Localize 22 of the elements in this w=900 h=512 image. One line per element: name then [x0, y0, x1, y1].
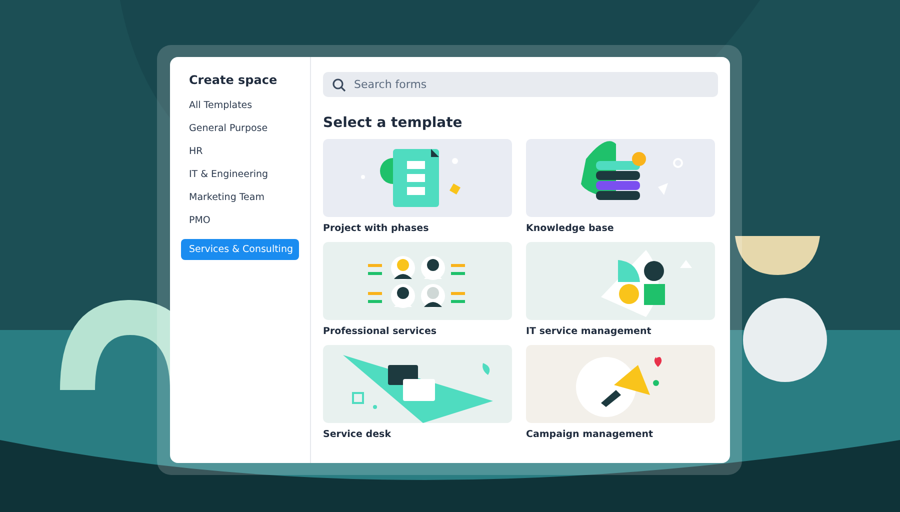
template-name: Service desk	[323, 429, 392, 440]
search-field[interactable]: Search forms	[323, 72, 718, 97]
template-name: Campaign management	[526, 429, 654, 440]
section-heading: Select a template	[323, 115, 464, 131]
sidebar-item[interactable]: HR	[181, 141, 299, 162]
template-name: IT service management	[526, 326, 652, 337]
template-thumbnail[interactable]	[323, 139, 512, 217]
sidebar-item[interactable]: General Purpose	[181, 118, 299, 139]
template-name: Project with phases	[323, 223, 430, 234]
sidebar-item[interactable]: Marketing Team	[181, 187, 299, 208]
template-thumbnail[interactable]	[526, 345, 715, 423]
template-thumbnail[interactable]	[323, 345, 512, 423]
template-thumbnail[interactable]	[526, 242, 715, 320]
template-name: Professional services	[323, 326, 438, 337]
template-thumbnail[interactable]	[323, 242, 512, 320]
template-thumbnail[interactable]	[526, 139, 715, 217]
sidebar-item[interactable]: PMO	[181, 210, 299, 231]
sidebar-item[interactable]: IT & Engineering	[181, 164, 299, 185]
template-name: Knowledge base	[526, 223, 615, 234]
sidebar-item[interactable]: All Templates	[181, 95, 299, 116]
sidebar-title: Create space	[189, 73, 278, 87]
search-icon	[332, 78, 346, 92]
